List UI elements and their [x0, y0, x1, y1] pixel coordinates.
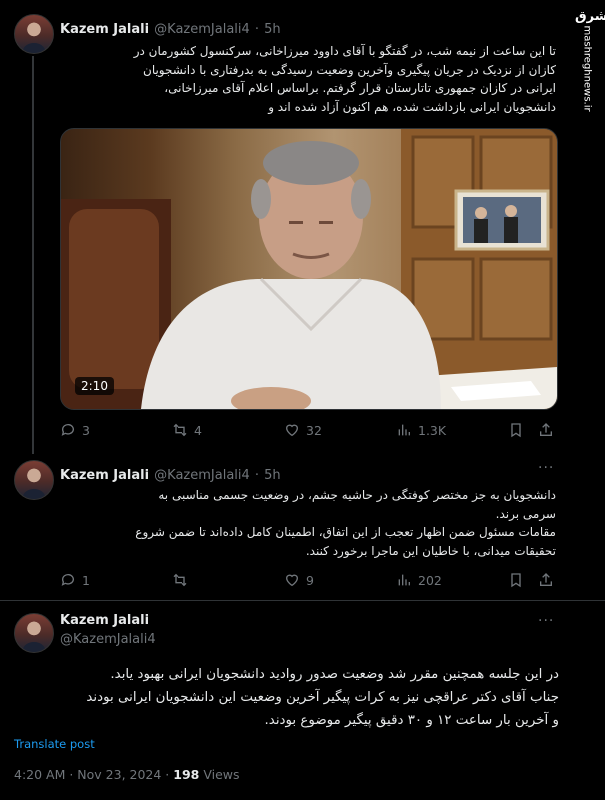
tweet-1[interactable]: Kazem Jalali @KazemJalali4 · 5h تا این س… [0, 0, 575, 454]
heart-icon [285, 574, 299, 587]
text-line: دانشجویان ایرانی بازداشت شده، هم اکنون آ… [268, 99, 556, 114]
like-button[interactable]: 9 [284, 572, 314, 588]
tweet-2[interactable]: Kazem Jalali @KazemJalali4 · 5h ··· دانش… [0, 454, 575, 600]
translate-post-link[interactable]: Translate post [14, 737, 95, 751]
text-line: جناب آقای دکتر عراقچی نیز به کرات پیگیر … [86, 690, 559, 705]
text-line: کازان از نزدیک در جریان پیگیری وآخرین وض… [143, 62, 556, 77]
bookmark-button[interactable] [508, 572, 524, 588]
avatar[interactable] [14, 460, 54, 500]
views-label: Views [203, 767, 240, 782]
like-button[interactable]: 32 [284, 422, 322, 438]
post-time[interactable]: 5h [264, 22, 281, 37]
views-button[interactable]: 1.3K [396, 422, 446, 438]
like-count: 9 [306, 572, 314, 588]
avatar[interactable] [14, 14, 54, 54]
bookmark-icon [511, 573, 521, 588]
author-handle[interactable]: @KazemJalali4 [154, 468, 250, 483]
repost-count: 4 [194, 422, 202, 438]
reply-button[interactable]: 1 [60, 572, 90, 588]
share-button[interactable] [538, 572, 554, 588]
post-meta: 4:20 AM · Nov 23, 2024 · 198 Views [14, 767, 240, 782]
heart-icon [285, 424, 299, 437]
more-options-icon[interactable]: ··· [538, 460, 554, 476]
bookmark-icon [511, 423, 521, 438]
tweet-text: در این جلسه همچنین مقرر شد وضعیت صدور رو… [14, 663, 559, 732]
reply-icon [61, 424, 74, 436]
avatar[interactable] [14, 613, 54, 653]
reply-icon [61, 574, 74, 586]
mashregh-watermark: مشرق mashreghnews.ir [575, 9, 605, 120]
author-handle[interactable]: @KazemJalali4 [154, 22, 250, 37]
action-bar: 3 4 32 1.3K [60, 420, 560, 440]
text-line: دانشجویان به جز مختصر کوفتگی در حاشیه جش… [158, 488, 556, 502]
reply-count: 3 [82, 422, 90, 438]
author-handle[interactable]: @KazemJalali4 [60, 632, 156, 647]
post-time[interactable]: 5h [264, 468, 281, 483]
tweet-text: دانشجویان به جز مختصر کوفتگی در حاشیه جش… [60, 486, 556, 560]
share-icon [540, 573, 552, 586]
text-line: سرمی برند. [495, 506, 556, 521]
action-bar: 1 9 202 [60, 570, 560, 590]
video-duration-badge: 2:10 [75, 377, 114, 395]
post-timestamp[interactable]: 4:20 AM · Nov 23, 2024 · [14, 767, 169, 782]
author-name[interactable]: Kazem Jalali [60, 468, 149, 483]
views-button[interactable]: 202 [396, 572, 442, 588]
reply-count: 1 [82, 572, 90, 588]
tweet-3-focused: Kazem Jalali @KazemJalali4 ··· در این جل… [0, 601, 575, 800]
text-line: در این جلسه همچنین مقرر شد وضعیت صدور رو… [110, 667, 559, 682]
views-count: 202 [418, 572, 442, 588]
repost-icon [173, 573, 187, 587]
views-count: 198 [173, 767, 200, 782]
author-name[interactable]: Kazem Jalali [60, 613, 149, 628]
mashregh-url: mashreghnews.ir [581, 25, 593, 112]
separator-dot: · [254, 468, 260, 483]
bookmark-button[interactable] [508, 422, 524, 438]
more-options-icon[interactable]: ··· [538, 613, 554, 629]
reply-button[interactable]: 3 [60, 422, 90, 438]
author-name[interactable]: Kazem Jalali [60, 22, 149, 37]
repost-button[interactable]: 4 [172, 422, 202, 438]
text-line: ایرانی در کازان جمهوری تاتارستان قرار گر… [164, 81, 556, 95]
repost-button[interactable] [172, 572, 194, 588]
video-player[interactable]: 2:10 [60, 128, 558, 410]
like-count: 32 [306, 422, 322, 438]
video-frame [61, 129, 557, 409]
repost-icon [173, 423, 187, 437]
separator-dot: · [254, 22, 260, 37]
views-count: 1.3K [418, 422, 447, 438]
text-line: و آخرین بار ساعت ۱۲ و ۳۰ دقیق پیگیر موضو… [264, 713, 559, 728]
tweet-text: تا این ساعت از نیمه شب، در گفتگو با آقای… [60, 42, 556, 116]
views-icon [398, 424, 410, 436]
text-line: تحقیقات میدانی، با خاطیان این ماجرا برخو… [305, 543, 556, 558]
thread-line [32, 56, 34, 454]
text-line: تا این ساعت از نیمه شب، در گفتگو با آقای… [133, 44, 556, 58]
text-line: مقامات مسئول ضمن اظهار تعجب از این اتفاق… [135, 525, 556, 539]
share-button[interactable] [538, 422, 554, 438]
mashregh-logo: مشرق [575, 9, 605, 24]
share-icon [540, 423, 552, 436]
views-icon [398, 574, 410, 586]
